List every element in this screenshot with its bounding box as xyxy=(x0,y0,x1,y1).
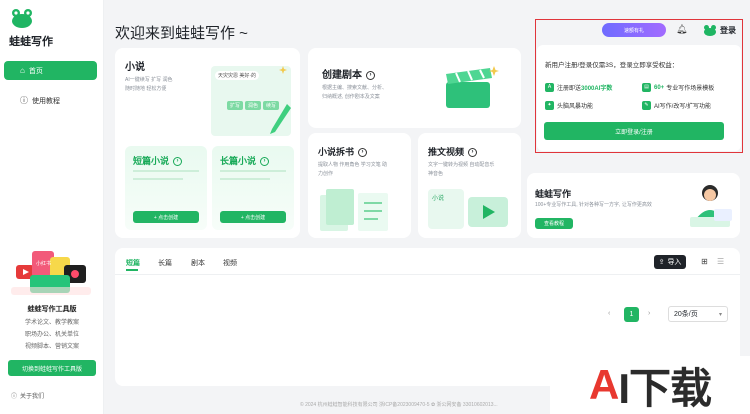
promo-sticker: 小红书 xyxy=(36,261,52,267)
long-novel-label: 长篇小说 xyxy=(220,156,257,166)
create-short-novel-button[interactable]: + 点击创建 xyxy=(133,211,199,223)
arrow-right-icon: › xyxy=(358,148,368,158)
novel-illustration: 天灾灾恩 美好·的 扩写 润色 续写 xyxy=(211,66,291,136)
chevron-down-icon: ▾ xyxy=(718,311,722,318)
page-size-select[interactable]: 20条/页 ▾ xyxy=(668,306,728,322)
brand-name: 蛙蛙写作 xyxy=(9,36,53,48)
long-novel-title: 长篇小说 › xyxy=(220,154,270,167)
home-icon: ⌂ xyxy=(20,66,25,75)
promo-illustration-icon xyxy=(11,251,91,295)
tab-script[interactable]: 剧本 xyxy=(191,258,205,268)
pen-icon xyxy=(270,104,291,134)
tab-video[interactable]: 视频 xyxy=(223,258,237,268)
video-tweet-title: 推文视频 › xyxy=(428,145,478,158)
placeholder-line xyxy=(220,170,286,172)
placeholder-line xyxy=(133,178,183,180)
chip: 扩写 xyxy=(227,101,244,110)
footer-copyright: © 2024 杭州蛙蛙智能科技有限公司 浙ICP备2023009470-5 ✿ … xyxy=(300,402,498,408)
placeholder-line xyxy=(220,178,270,180)
arrow-right-icon: › xyxy=(468,148,478,158)
watermark-a: A xyxy=(588,361,619,408)
page-title: 欢迎来到蛙蛙写作 ~ xyxy=(115,25,248,42)
active-tab-indicator xyxy=(126,269,138,271)
create-script-title: 创建剧本 › xyxy=(322,66,375,81)
highlight-frame xyxy=(535,19,743,153)
import-button[interactable]: ⇪ 导入 xyxy=(654,255,686,269)
page-number-button[interactable]: 1 xyxy=(624,307,639,322)
short-novel-card[interactable]: 短篇小说 › + 点击创建 xyxy=(125,146,207,230)
import-label: 导入 xyxy=(667,259,682,266)
arrow-right-icon: › xyxy=(260,157,270,167)
promo-card-title: 蛙蛙写作 xyxy=(535,189,572,199)
page-size-value: 20条/页 xyxy=(674,311,698,318)
about-us-link[interactable]: ⓘ 关于我们 xyxy=(11,391,44,400)
prev-page-icon[interactable]: ‹ xyxy=(608,310,610,317)
long-novel-card[interactable]: 长篇小说 › + 点击创建 xyxy=(212,146,294,230)
sidebar-item-home[interactable]: ⌂ 首页 xyxy=(4,61,97,80)
video-tweet-card[interactable]: 推文视频 › 文字一键转为视频 自动配音乐 神音色 小说 xyxy=(418,133,521,238)
video-illustration-label: 小说 xyxy=(432,196,445,202)
short-novel-title: 短篇小说 › xyxy=(133,154,183,167)
novel-card: 小说 AI一键续写 扩写 润色 随时随地 轻松方便 天灾灾恩 美好·的 扩写 润… xyxy=(115,48,300,238)
next-page-icon[interactable]: › xyxy=(648,310,650,317)
short-novel-label: 短篇小说 xyxy=(133,156,170,166)
divider xyxy=(115,274,740,275)
video-play-icon xyxy=(468,197,508,227)
documents-icon xyxy=(320,189,388,231)
create-long-novel-button[interactable]: + 点击创建 xyxy=(220,211,286,223)
sidebar-item-label: 首页 xyxy=(28,67,43,75)
novel-bubble: 天灾灾恩 美好·的 xyxy=(215,71,260,80)
list-view-icon[interactable]: ☰ xyxy=(717,257,724,266)
create-script-label: 创建剧本 xyxy=(322,70,362,81)
novel-split-desc: 提取人物 作用角色 学习文笔 助 力创作 xyxy=(318,162,388,177)
arrow-right-icon: › xyxy=(366,70,375,80)
view-tutorial-button[interactable]: 查看教程 xyxy=(535,218,573,229)
sidebar-item-label: 使用教程 xyxy=(32,97,60,105)
novel-split-label: 小说拆书 xyxy=(318,147,355,157)
video-tweet-desc: 文字一键转为视频 自动配音乐 神音色 xyxy=(428,162,495,177)
arrow-right-icon: › xyxy=(173,157,183,167)
writer-illustration-icon xyxy=(690,185,732,227)
about-us-label: 关于我们 xyxy=(20,394,45,400)
import-icon: ⇪ xyxy=(658,259,665,266)
watermark-rest: I下载 xyxy=(618,364,712,412)
create-script-card[interactable]: 创建剧本 › 根据主编、搜索文献、分析、 归纳概述, 创作剧本及文案 xyxy=(308,48,521,128)
tab-short[interactable]: 短篇 xyxy=(126,258,140,268)
sidebar: 蛙蛙写作 ⌂ 首页 ⓘ 使用教程 小红书 蛙蛙写作工具版 学术论文、教学教案 职… xyxy=(0,0,104,414)
placeholder-line xyxy=(133,170,199,172)
novel-title: 小说 xyxy=(125,62,145,73)
novel-split-title: 小说拆书 › xyxy=(318,145,368,158)
tool-version-promo: 小红书 蛙蛙写作工具版 学术论文、教学教案 职场办公、机关单位 视频脚本、营销文… xyxy=(6,247,98,377)
promo-line: 职场办公、机关单位 xyxy=(24,332,79,338)
info-icon: ⓘ xyxy=(20,96,28,105)
sparkle-icon xyxy=(279,66,287,74)
video-tweet-label: 推文视频 xyxy=(428,147,465,157)
video-illustration: 小说 xyxy=(428,189,464,229)
create-script-desc: 根据主编、搜索文献、分析、 归纳概述, 创作剧本及文案 xyxy=(322,85,388,100)
novel-desc: AI一键续写 扩写 润色 随时随地 轻松方便 xyxy=(125,77,173,92)
info-icon: ⓘ xyxy=(11,394,18,400)
grid-view-icon[interactable]: ⊞ xyxy=(701,257,708,266)
switch-tool-version-button[interactable]: 切换到蛙蛙写作工具版 xyxy=(8,360,96,376)
novel-split-card[interactable]: 小说拆书 › 提取人物 作用角色 学习文笔 助 力创作 xyxy=(308,133,411,238)
clapperboard-icon xyxy=(446,66,499,108)
promo-tutorial-card: 蛙蛙写作 100+专业写作工具, 针对各种写一方字, 让写作更高效 查看教程 xyxy=(527,173,740,238)
frog-logo-icon xyxy=(12,9,32,28)
chip: 润色 xyxy=(245,101,262,110)
promo-card-desc: 100+专业写作工具, 针对各种写一方字, 让写作更高效 xyxy=(535,202,652,208)
promo-line: 学术论文、教学教案 xyxy=(24,320,79,326)
sidebar-item-tutorial[interactable]: ⓘ 使用教程 xyxy=(4,91,97,110)
watermark-logo: A I下载 xyxy=(550,356,750,414)
tab-long[interactable]: 长篇 xyxy=(158,258,172,268)
promo-title: 蛙蛙写作工具版 xyxy=(27,306,77,313)
promo-line: 视频脚本、营销文案 xyxy=(24,344,79,350)
